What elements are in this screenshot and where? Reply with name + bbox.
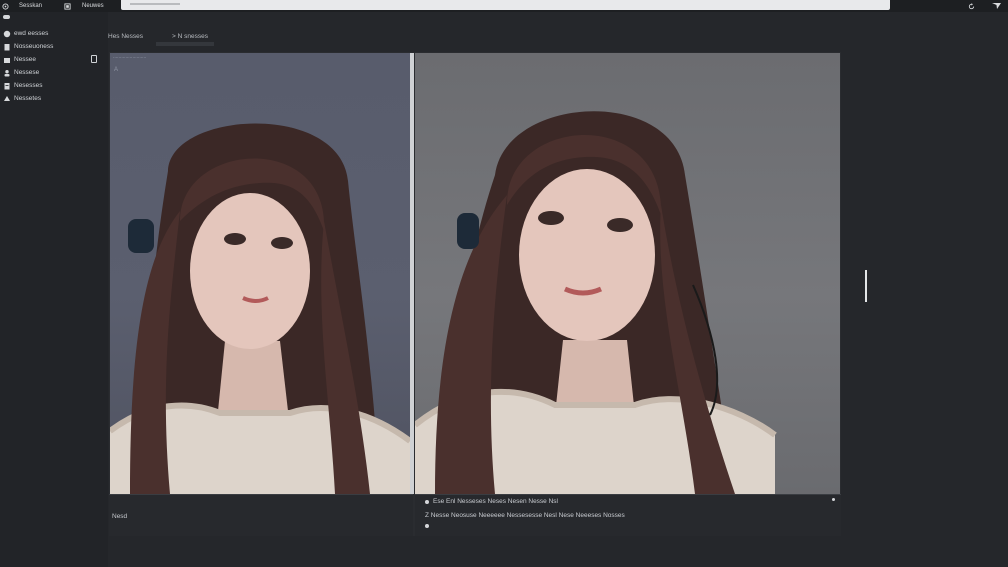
tab-label: Neuwes bbox=[82, 3, 104, 9]
app-menu[interactable]: Sesskan bbox=[2, 1, 42, 11]
app-label: Sesskan bbox=[19, 3, 43, 9]
sidebar-item-label: Nosseuoness bbox=[14, 43, 54, 50]
left-image-label: ........................ bbox=[113, 54, 147, 60]
send-icon bbox=[992, 2, 1001, 10]
user-icon bbox=[3, 69, 11, 77]
sidebar-item-3[interactable]: Nessee bbox=[3, 54, 36, 65]
sidebar-item-3-action-icon[interactable] bbox=[91, 55, 97, 63]
scroll-indicator[interactable] bbox=[865, 270, 867, 302]
breadcrumb: Hes Nesses > N snesses bbox=[108, 28, 308, 46]
sidebar-item-1[interactable]: ewd eesses bbox=[3, 28, 48, 39]
app-icon bbox=[2, 2, 9, 10]
right-caption-line-1: Ese Enl Nesseses Neses Nesen Nesse Nsl bbox=[433, 498, 558, 505]
right-caption-line-2: Z Nesse Neosuse Neeeeee Nessesesse Nesl … bbox=[425, 512, 625, 519]
left-image-mark: A bbox=[114, 67, 119, 73]
right-image[interactable] bbox=[415, 53, 840, 494]
address-text bbox=[130, 1, 180, 7]
file-icon bbox=[3, 43, 11, 51]
send-button[interactable] bbox=[992, 1, 1001, 11]
left-portrait bbox=[110, 101, 410, 494]
top-bar: Sesskan Neuwes bbox=[0, 0, 1008, 12]
sidebar-item-label: ewd eesses bbox=[14, 30, 49, 37]
right-caption: Ese Enl Nesseses Neses Nesen Nesse Nsl Z… bbox=[415, 494, 841, 536]
sidebar-item-6[interactable]: Nessetes bbox=[3, 93, 41, 104]
left-caption: Nesd bbox=[109, 494, 413, 536]
address-bar[interactable] bbox=[121, 0, 890, 10]
tab-icon bbox=[64, 2, 71, 10]
doc-icon bbox=[3, 82, 11, 90]
breadcrumb-active-indicator bbox=[156, 42, 214, 46]
refresh-icon bbox=[968, 2, 975, 10]
sidebar: ewd eesses Nosseuoness Nessee Nessese Ne… bbox=[0, 12, 108, 567]
collapse-icon[interactable] bbox=[3, 15, 10, 19]
bell-icon bbox=[3, 95, 11, 103]
breadcrumb-second[interactable]: > N snesses bbox=[172, 33, 208, 40]
sidebar-item-label: Nessetes bbox=[14, 95, 42, 102]
sidebar-item-5[interactable]: Nesesses bbox=[3, 80, 43, 91]
sidebar-item-2[interactable]: Nosseuoness bbox=[3, 41, 53, 52]
left-caption-text: Nesd bbox=[112, 513, 128, 520]
caption-bullet-2 bbox=[425, 524, 429, 528]
folder-icon bbox=[3, 56, 11, 64]
sidebar-item-label: Nesesses bbox=[14, 82, 43, 89]
left-image[interactable]: ........................ A bbox=[110, 53, 410, 494]
breadcrumb-first[interactable]: Hes Nesses bbox=[108, 33, 143, 40]
sidebar-item-4[interactable]: Nessese bbox=[3, 67, 39, 78]
caption-bullet-1 bbox=[425, 500, 429, 504]
split-divider[interactable] bbox=[410, 53, 414, 494]
sidebar-item-label: Nessee bbox=[14, 56, 37, 63]
caption-end-dot bbox=[832, 498, 835, 501]
tab-item[interactable]: Neuwes bbox=[64, 1, 104, 11]
right-portrait bbox=[415, 85, 840, 494]
refresh-button[interactable] bbox=[968, 1, 975, 11]
globe-icon bbox=[3, 30, 11, 38]
sidebar-item-label: Nessese bbox=[14, 69, 40, 76]
